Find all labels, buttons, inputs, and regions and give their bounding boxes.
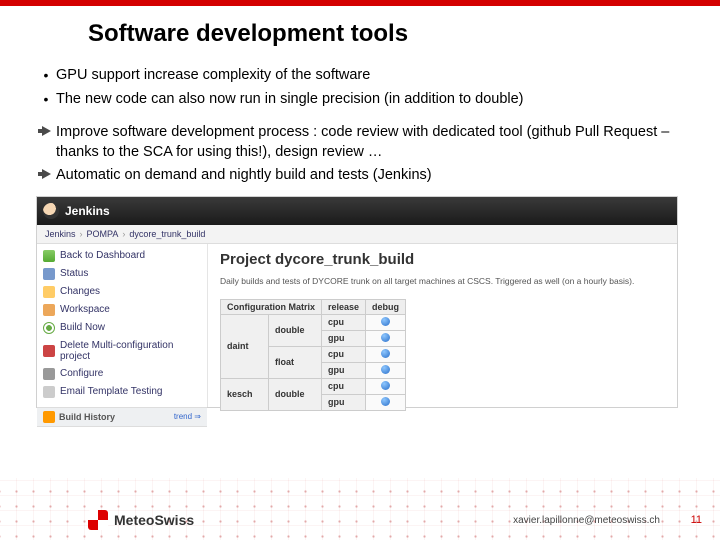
matrix-target: cpu — [322, 314, 366, 330]
table-row: kesch double cpu — [221, 378, 406, 394]
gear-icon — [43, 368, 55, 380]
arrow-right-icon — [36, 166, 56, 179]
project-description: Daily builds and tests of DYCORE trunk o… — [220, 276, 665, 287]
matrix-cell[interactable] — [366, 362, 406, 378]
sidebar-item-configure[interactable]: Configure — [37, 365, 207, 383]
brand: MeteoSwiss — [88, 510, 194, 530]
status-icon — [43, 268, 55, 280]
breadcrumb-item[interactable]: dycore_trunk_build — [129, 229, 205, 239]
matrix-col-debug: debug — [366, 299, 406, 314]
sidebar-item-label: Build Now — [60, 322, 105, 333]
bullet-list: • GPU support increase complexity of the… — [36, 66, 680, 186]
sidebar-item-label: Status — [60, 268, 88, 279]
project-title: Project dycore_trunk_build — [220, 251, 665, 268]
matrix-cell[interactable] — [366, 394, 406, 410]
chevron-right-icon: › — [122, 229, 125, 239]
status-ball-icon — [381, 349, 390, 358]
footer-pattern — [0, 478, 720, 540]
mail-icon — [43, 386, 55, 398]
jenkins-logo-text: Jenkins — [65, 204, 110, 218]
matrix-cfg: double — [269, 378, 322, 410]
sidebar-item-delete[interactable]: Delete Multi-configuration project — [37, 337, 207, 365]
bullet-text: The new code can also now run in single … — [56, 90, 524, 110]
page-number: 11 — [691, 514, 702, 526]
bullet-item: • GPU support increase complexity of the… — [36, 66, 680, 86]
matrix-target: cpu — [322, 378, 366, 394]
sidebar-item-build-now[interactable]: Build Now — [37, 319, 207, 337]
bullet-marker-dot: • — [36, 66, 56, 85]
sidebar-item-label: Workspace — [60, 304, 110, 315]
bullet-text: Improve software development process : c… — [56, 123, 680, 162]
clock-icon — [43, 322, 55, 334]
bullet-item: • The new code can also now run in singl… — [36, 90, 680, 110]
matrix-target: cpu — [322, 346, 366, 362]
sidebar-item-status[interactable]: Status — [37, 265, 207, 283]
jenkins-screenshot: Jenkins Jenkins › POMPA › dycore_trunk_b… — [36, 196, 678, 408]
build-history-header[interactable]: Build History trend ⇒ — [37, 407, 207, 427]
arrow-right-icon — [36, 123, 56, 136]
footer-email: xavier.lapillonne@meteoswiss.ch — [513, 515, 660, 526]
history-icon — [43, 411, 55, 423]
brand-name: MeteoSwiss — [114, 512, 194, 528]
sidebar-item-label: Configure — [60, 368, 103, 379]
jenkins-header: Jenkins — [37, 197, 677, 225]
configuration-matrix: Configuration Matrix release debug daint… — [220, 299, 406, 411]
sidebar-item-changes[interactable]: Changes — [37, 283, 207, 301]
matrix-cell[interactable] — [366, 346, 406, 362]
bullet-text: Automatic on demand and nightly build an… — [56, 166, 432, 186]
status-ball-icon — [381, 317, 390, 326]
matrix-target: gpu — [322, 362, 366, 378]
delete-icon — [43, 345, 55, 357]
matrix-host: kesch — [221, 378, 269, 410]
sidebar-item-workspace[interactable]: Workspace — [37, 301, 207, 319]
matrix-cell[interactable] — [366, 330, 406, 346]
status-ball-icon — [381, 365, 390, 374]
breadcrumb: Jenkins › POMPA › dycore_trunk_build — [37, 225, 677, 244]
slide-title: Software development tools — [88, 20, 720, 48]
matrix-header: Configuration Matrix — [221, 299, 322, 314]
matrix-target: gpu — [322, 394, 366, 410]
bullet-item-arrow: Improve software development process : c… — [36, 123, 680, 162]
matrix-cfg: double — [269, 314, 322, 346]
jenkins-logo-icon — [43, 203, 59, 219]
build-history-title: Build History — [59, 412, 115, 422]
sidebar-item-label: Email Template Testing — [60, 386, 162, 397]
jenkins-sidebar: Back to Dashboard Status Changes Workspa… — [37, 243, 208, 407]
sidebar-item-label: Changes — [60, 286, 100, 297]
jenkins-main: Project dycore_trunk_build Daily builds … — [208, 243, 677, 407]
meteoswiss-logo-icon — [88, 510, 108, 530]
matrix-host: daint — [221, 314, 269, 378]
status-ball-icon — [381, 397, 390, 406]
sidebar-item-email[interactable]: Email Template Testing — [37, 383, 207, 401]
matrix-cell[interactable] — [366, 314, 406, 330]
matrix-cell[interactable] — [366, 378, 406, 394]
matrix-target: gpu — [322, 330, 366, 346]
breadcrumb-item[interactable]: POMPA — [87, 229, 119, 239]
trend-link[interactable]: trend ⇒ — [174, 412, 201, 421]
status-ball-icon — [381, 381, 390, 390]
sidebar-item-label: Delete Multi-configuration project — [60, 340, 201, 362]
chevron-right-icon: › — [80, 229, 83, 239]
table-row: daint double cpu — [221, 314, 406, 330]
bullet-item-arrow: Automatic on demand and nightly build an… — [36, 166, 680, 186]
up-arrow-icon — [43, 250, 55, 262]
table-row: Configuration Matrix release debug — [221, 299, 406, 314]
sidebar-item-label: Back to Dashboard — [60, 250, 145, 261]
bullet-marker-dot: • — [36, 90, 56, 109]
breadcrumb-item[interactable]: Jenkins — [45, 229, 76, 239]
changes-icon — [43, 286, 55, 298]
bullet-text: GPU support increase complexity of the s… — [56, 66, 370, 86]
matrix-col-release: release — [322, 299, 366, 314]
red-top-bar — [0, 0, 720, 6]
status-ball-icon — [381, 333, 390, 342]
sidebar-item-back[interactable]: Back to Dashboard — [37, 247, 207, 265]
matrix-cfg: float — [269, 346, 322, 378]
folder-icon — [43, 304, 55, 316]
